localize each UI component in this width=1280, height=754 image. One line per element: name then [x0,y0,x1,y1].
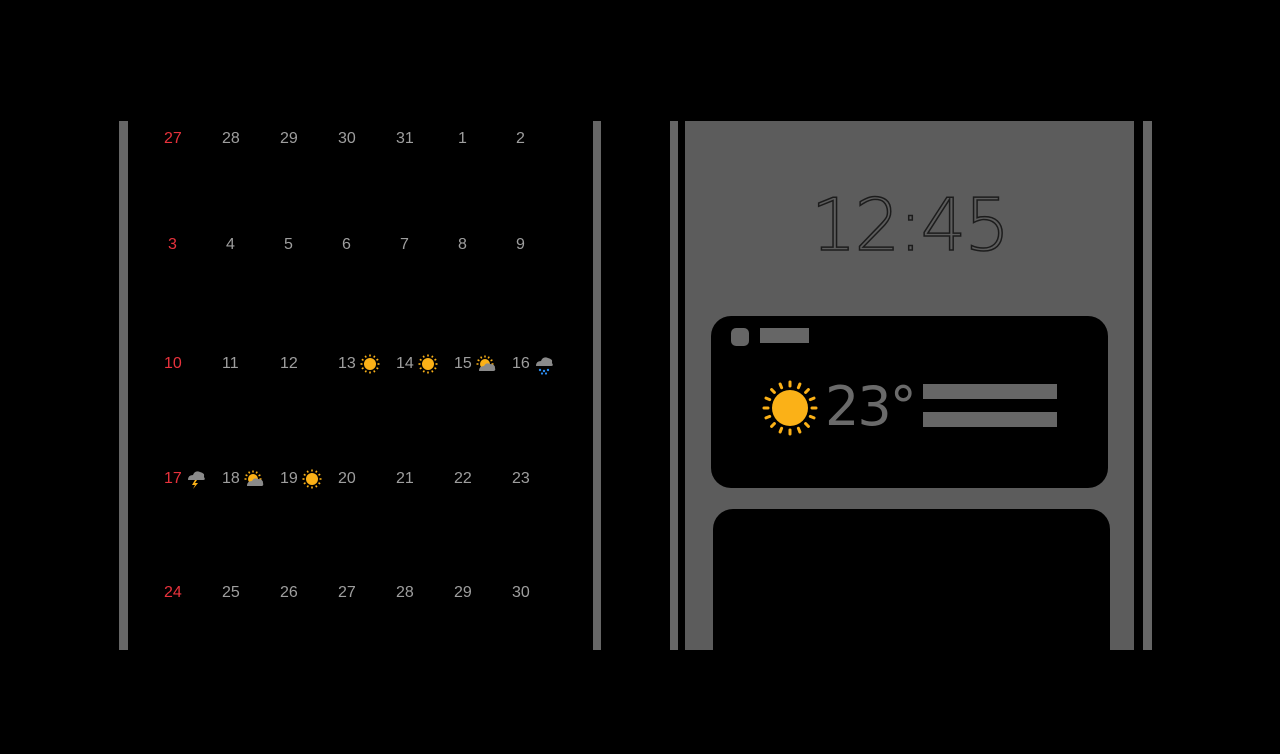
sunny-icon [302,469,322,489]
calendar-week-row: 3 4 5 6 7 8 9 [128,231,593,259]
weather-detail-line [923,384,1057,399]
calendar-day-cell[interactable]: 16 [512,350,555,378]
partly-cloudy-icon [476,355,496,371]
calendar-day-cell[interactable]: 20 [338,465,356,493]
day-number: 26 [280,584,298,601]
day-number: 30 [338,130,356,147]
calendar-day-cell[interactable]: 11 [222,350,239,378]
calendar-day-cell[interactable]: 2 [516,125,525,153]
day-number: 11 [222,355,239,372]
calendar-frame-right [593,121,601,650]
calendar-day-cell[interactable]: 28 [396,579,414,607]
calendar-day-cell[interactable]: 19 [280,465,323,493]
day-number: 29 [454,584,472,601]
day-number: 21 [396,470,414,487]
day-number: 14 [396,355,414,372]
calendar-day-cell[interactable]: 13 [338,350,381,378]
calendar-day-cell[interactable]: 4 [226,231,235,259]
calendar-week-row: 10 11 12 13 14 15 16 [128,350,593,378]
day-number: 31 [396,130,414,147]
calendar-day-cell[interactable]: 25 [222,579,240,607]
calendar-day-cell[interactable]: 29 [454,579,472,607]
calendar-day-cell[interactable]: 9 [516,231,525,259]
calendar-day-cell[interactable]: 18 [222,465,265,493]
phone-frame-right-outer [1143,121,1152,650]
calendar-day-cell[interactable]: 27 [338,579,356,607]
calendar-day-cell[interactable]: 23 [512,465,530,493]
day-number: 4 [226,236,235,253]
calendar-day-cell[interactable]: 10 [164,350,182,378]
day-number: 17 [164,470,182,487]
calendar-day-cell[interactable]: 27 [164,125,182,153]
calendar-week-row: 24 25 26 27 28 29 30 [128,579,593,607]
calendar-day-cell[interactable]: 30 [512,579,530,607]
day-number: 27 [164,130,182,147]
calendar-day-cell[interactable]: 6 [342,231,351,259]
phone-frame-left-outer [670,121,678,650]
day-number: 29 [280,130,298,147]
day-number: 10 [164,355,182,372]
temperature-value: 23° [825,375,917,438]
rain-icon [535,357,553,375]
calendar-day-cell[interactable]: 17 [164,465,207,493]
phone-screen: 12:45 23° [685,121,1134,650]
day-number: 9 [516,236,525,253]
weather-detail-line [923,412,1057,427]
day-number: 25 [222,584,240,601]
day-number: 15 [454,355,472,372]
day-number: 20 [338,470,356,487]
day-number: 12 [280,355,298,372]
calendar-day-cell[interactable]: 29 [280,125,298,153]
sunny-icon [360,354,380,374]
calendar-day-cell[interactable]: 26 [280,579,298,607]
calendar-day-cell[interactable]: 7 [400,231,409,259]
day-number: 23 [512,470,530,487]
day-number: 2 [516,130,525,147]
day-number: 7 [400,236,409,253]
day-number: 6 [342,236,351,253]
day-number: 5 [284,236,293,253]
day-number: 13 [338,355,356,372]
day-number: 28 [222,130,240,147]
calendar-day-cell[interactable]: 14 [396,350,439,378]
day-number: 19 [280,470,298,487]
calendar-day-cell[interactable]: 28 [222,125,240,153]
calendar-day-cell[interactable]: 5 [284,231,293,259]
sunny-icon [418,354,438,374]
day-number: 27 [338,584,356,601]
calendar-frame-left [119,121,128,650]
app-name-placeholder [760,328,809,343]
calendar-week-row: 17 18 19 20 21 22 23 [128,465,593,493]
calendar-day-cell[interactable]: 30 [338,125,356,153]
calendar-day-cell[interactable]: 8 [458,231,467,259]
sunny-icon [762,380,818,436]
day-number: 16 [512,355,530,372]
app-icon [731,328,749,346]
day-number: 18 [222,470,240,487]
partly-cloudy-icon [244,470,264,486]
day-number: 22 [454,470,472,487]
day-number: 8 [458,236,467,253]
calendar-day-cell[interactable]: 22 [454,465,472,493]
calendar-day-cell[interactable]: 15 [454,350,497,378]
calendar-day-cell[interactable]: 31 [396,125,414,153]
calendar-day-cell[interactable]: 3 [168,231,177,259]
calendar-day-cell[interactable]: 12 [280,350,298,378]
day-number: 28 [396,584,414,601]
calendar-week-row: 27 28 29 30 31 1 2 [128,125,593,153]
calendar-day-cell[interactable]: 1 [458,125,467,153]
clock-display: 12:45 [810,182,1011,268]
day-number: 30 [512,584,530,601]
calendar-day-cell[interactable]: 21 [396,465,414,493]
thunderstorm-icon [187,471,205,489]
day-number: 24 [164,584,182,601]
day-number: 1 [458,130,467,147]
weather-widget-card[interactable]: 23° [711,316,1108,488]
day-number: 3 [168,236,177,253]
second-widget-card[interactable] [713,509,1110,650]
month-calendar: 27 28 29 30 31 1 2 3 4 5 6 7 8 9 10 11 12 13 14 15 16 17 18… [128,121,593,650]
calendar-day-cell[interactable]: 24 [164,579,182,607]
